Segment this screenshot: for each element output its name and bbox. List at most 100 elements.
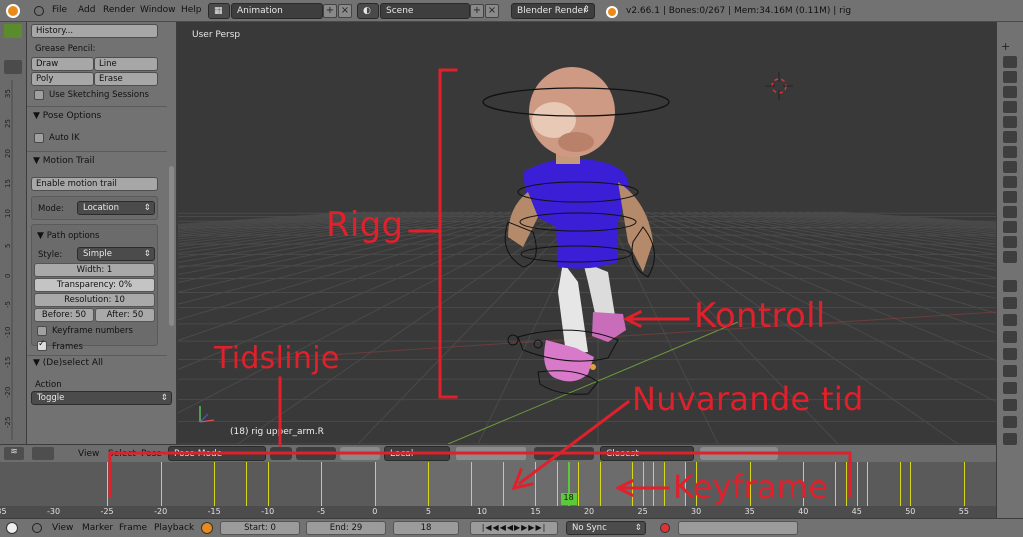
grease-poly-button[interactable]: Poly xyxy=(31,72,94,86)
properties-toggle-icon[interactable] xyxy=(1003,297,1017,309)
properties-toggle-icon[interactable] xyxy=(1003,331,1017,343)
outliner-toggle-icon[interactable] xyxy=(1003,131,1017,143)
properties-toggle-icon[interactable] xyxy=(1003,416,1017,428)
render-preview-icons[interactable] xyxy=(700,447,778,460)
mode-dropdown[interactable]: Pose Mode xyxy=(168,446,266,461)
playback-menu[interactable]: Playback xyxy=(154,523,194,533)
sync-select[interactable]: No Sync ⇕ xyxy=(566,521,646,535)
keyframe-line[interactable] xyxy=(267,462,269,506)
properties-toggle-icon[interactable] xyxy=(1003,382,1017,394)
outliner-toggle-icon[interactable] xyxy=(1003,101,1017,113)
keyframe-line[interactable] xyxy=(374,462,376,506)
keyframe-line[interactable] xyxy=(599,462,601,506)
blender-logo-icon[interactable] xyxy=(6,4,20,18)
keyframe-line[interactable] xyxy=(578,462,580,506)
view-cube-icon[interactable] xyxy=(32,447,54,460)
orientation-dropdown[interactable]: Local xyxy=(384,446,450,461)
outliner-toggle-icon[interactable] xyxy=(1003,161,1017,173)
manipulator-icons[interactable] xyxy=(340,447,380,460)
end-frame-field[interactable]: End: 29 xyxy=(306,521,386,535)
keyframe-line[interactable] xyxy=(556,462,558,506)
keyframe-line[interactable] xyxy=(246,462,248,506)
menu-render[interactable]: Render xyxy=(103,5,135,15)
menu-help[interactable]: Help xyxy=(181,5,202,15)
outliner-toggle-icon[interactable] xyxy=(1003,221,1017,233)
before-field[interactable]: Before: 50 xyxy=(34,308,94,322)
3d-viewport[interactable]: User Persp (18) rig upper_arm.R xyxy=(178,22,996,444)
properties-toggle-icon[interactable] xyxy=(1003,280,1017,292)
view-menu[interactable]: View xyxy=(52,523,73,533)
pose-menu[interactable]: Pose xyxy=(141,449,162,459)
pivot-icon[interactable] xyxy=(296,447,336,460)
3d-cursor-icon[interactable] xyxy=(765,72,793,100)
remove-scene-icon[interactable]: × xyxy=(485,4,499,18)
screen-layout-icon[interactable]: ▦ xyxy=(208,3,230,19)
enable-motion-trail-button[interactable]: Enable motion trail xyxy=(31,177,158,191)
record-icon[interactable] xyxy=(660,523,670,533)
style-select[interactable]: Simple ⇕ xyxy=(77,247,155,261)
properties-toggle-icon[interactable] xyxy=(1003,433,1017,445)
keying-set-field[interactable] xyxy=(678,521,798,535)
keyframe-line[interactable] xyxy=(535,462,537,506)
properties-toggle-icon[interactable] xyxy=(1003,314,1017,326)
outliner-toggle-icon[interactable] xyxy=(1003,146,1017,158)
keyframe-line[interactable] xyxy=(321,462,323,506)
sketching-sessions-checkbox[interactable] xyxy=(34,90,44,100)
outliner-toggle-icon[interactable] xyxy=(1003,251,1017,263)
outliner-toggle-icon[interactable] xyxy=(1003,176,1017,188)
add-scene-icon[interactable]: + xyxy=(470,4,484,18)
auto-ik-checkbox[interactable] xyxy=(34,133,44,143)
menu-toggle-icon[interactable] xyxy=(32,523,42,533)
character-model[interactable] xyxy=(482,67,670,395)
keyframe-line[interactable] xyxy=(856,462,858,506)
outliner-toggle-icon[interactable] xyxy=(1003,236,1017,248)
frames-checkbox[interactable]: ✓ xyxy=(37,339,47,351)
menu-window[interactable]: Window xyxy=(140,5,176,15)
menu-file[interactable]: File xyxy=(52,5,67,15)
keyframe-line[interactable] xyxy=(428,462,430,506)
keyframe-line[interactable] xyxy=(631,462,633,506)
keyframe-line[interactable] xyxy=(503,462,505,506)
keyframe-line[interactable] xyxy=(107,462,109,506)
keyframe-line[interactable] xyxy=(963,462,965,506)
select-menu[interactable]: Select xyxy=(108,449,136,459)
snap-icons[interactable] xyxy=(534,447,594,460)
layer-buttons[interactable] xyxy=(456,447,526,460)
action-select[interactable]: Toggle ⇕ xyxy=(31,391,172,405)
outliner-toggle-icon[interactable] xyxy=(1003,116,1017,128)
editor-type-icon[interactable]: ≋ xyxy=(4,447,24,460)
resolution-field[interactable]: Resolution: 10 xyxy=(34,293,155,307)
history-button[interactable]: History... xyxy=(31,24,158,38)
view-menu[interactable]: View xyxy=(78,449,99,459)
remove-layout-icon[interactable]: × xyxy=(338,4,352,18)
mode-select[interactable]: Location ⇕ xyxy=(77,201,155,215)
outliner-toggle-icon[interactable] xyxy=(1003,206,1017,218)
pose-options-header[interactable]: ▼ Pose Options xyxy=(33,111,101,121)
current-frame-field[interactable]: 18 xyxy=(393,521,459,535)
render-engine-select[interactable]: Blender Render ⇕ xyxy=(511,3,595,19)
properties-toggle-icon[interactable] xyxy=(1003,348,1017,360)
properties-toggle-icon[interactable] xyxy=(1003,399,1017,411)
frame-menu[interactable]: Frame xyxy=(119,523,147,533)
outliner-toggle-icon[interactable] xyxy=(1003,56,1017,68)
keyframe-line[interactable] xyxy=(910,462,912,506)
scene-field[interactable]: Scene xyxy=(380,3,470,19)
keyframe-line[interactable] xyxy=(642,462,644,506)
keyframe-numbers-checkbox[interactable] xyxy=(37,326,47,336)
keyframe-line[interactable] xyxy=(664,462,665,506)
deselect-all-header[interactable]: ▼ (De)select All xyxy=(33,358,103,368)
keyframe-line[interactable] xyxy=(899,462,901,506)
grease-draw-button[interactable]: Draw xyxy=(31,57,94,71)
motion-trail-header[interactable]: ▼ Motion Trail xyxy=(33,156,95,166)
path-options-header[interactable]: ▼ Path options xyxy=(37,231,99,241)
grease-erase-button[interactable]: Erase xyxy=(94,72,158,86)
screen-layout-field[interactable]: Animation xyxy=(231,3,323,19)
playback-controls[interactable]: |◀◀◀◀▶▶▶▶| xyxy=(470,521,558,535)
menu-toggle-icon[interactable] xyxy=(34,6,44,16)
plus-icon[interactable]: + xyxy=(1001,40,1010,53)
shading-icon[interactable] xyxy=(270,447,292,460)
add-layout-icon[interactable]: + xyxy=(323,4,337,18)
timeline-editor[interactable]: 18 -35 -30 -25 -20 -15 -10 -5 0 5 10 15 20 25 30 35 40 4… xyxy=(0,462,996,518)
menu-add[interactable]: Add xyxy=(78,5,95,15)
grease-line-button[interactable]: Line xyxy=(94,57,158,71)
